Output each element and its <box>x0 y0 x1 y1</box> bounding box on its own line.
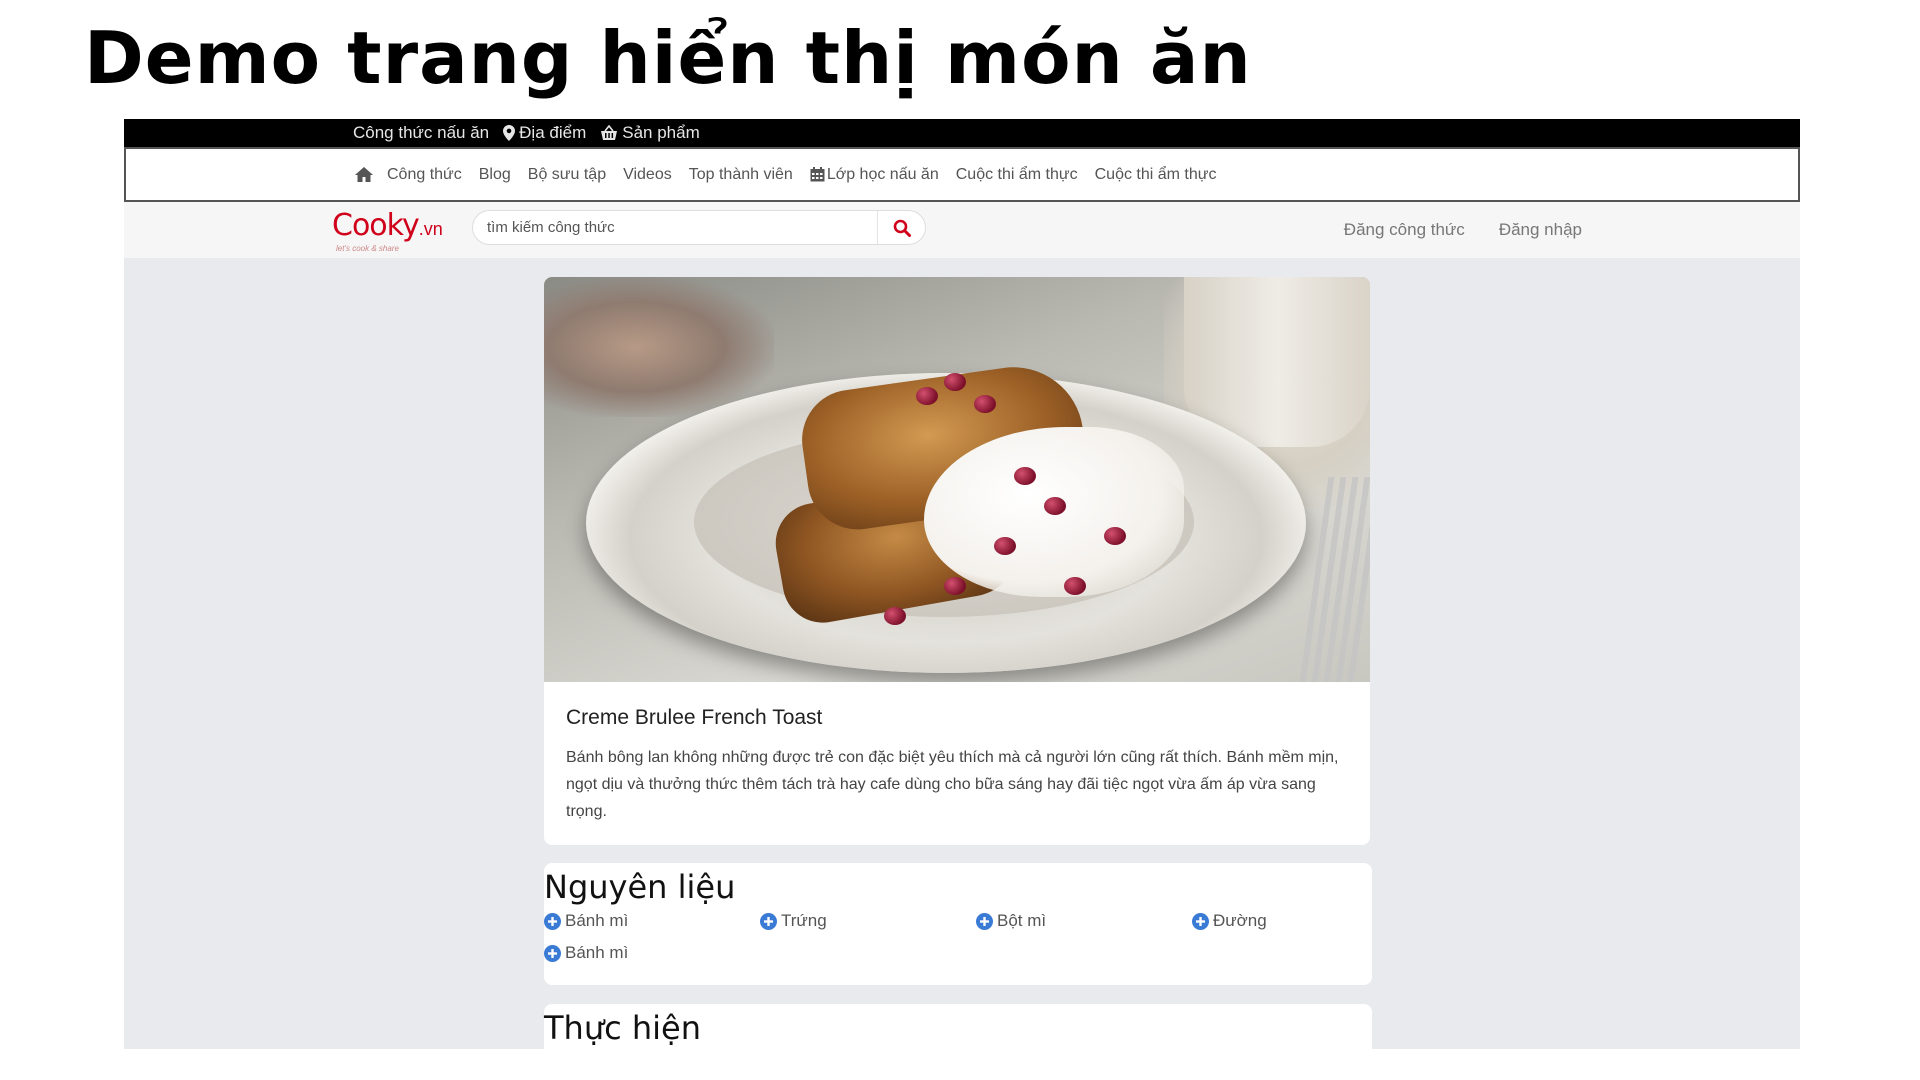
slide-title: Demo trang hiển thị món ăn <box>84 16 1252 100</box>
recipe-description: Bánh bông lan không những được trẻ con đ… <box>566 749 1339 820</box>
nav-item-top-members[interactable]: Top thành viên <box>689 166 793 184</box>
search-button[interactable] <box>877 211 925 244</box>
steps-card: Thực hiện <box>544 1004 1372 1049</box>
post-recipe-link[interactable]: Đăng công thức <box>1344 220 1465 240</box>
home-icon <box>355 167 373 182</box>
logo-text: Cooky <box>332 208 420 243</box>
ingredients-heading: Nguyên liệu <box>544 868 736 906</box>
ingredient-label: Bánh mì <box>565 943 629 962</box>
topbar-item-places[interactable]: Địa điểm <box>503 123 586 143</box>
search-box <box>472 210 926 245</box>
nav-item-videos[interactable]: Videos <box>623 166 672 184</box>
ingredients-card: Nguyên liệu Bánh mì Trứng Bột mì Đường B… <box>544 863 1372 985</box>
search-icon <box>893 219 911 237</box>
basket-icon <box>601 125 618 140</box>
topbar-item-label: Địa điểm <box>519 123 587 142</box>
ingredient-item[interactable]: Trứng <box>760 911 976 931</box>
recipe-body: Creme Brulee French Toast Bánh bông lan … <box>544 682 1370 825</box>
ingredient-label: Bánh mì <box>565 911 629 930</box>
plus-circle-icon <box>976 912 993 930</box>
topbar-item-recipes[interactable]: Công thức nấu ăn <box>353 123 489 143</box>
ingredient-label: Đường <box>1213 911 1267 930</box>
plus-circle-icon <box>760 912 777 930</box>
nav-item-recipes[interactable]: Công thức <box>387 166 462 184</box>
ingredient-label: Bột mì <box>997 911 1047 930</box>
ingredient-label: Trứng <box>781 911 827 930</box>
main-navbar: Công thức Blog Bộ sưu tập Videos Top thà… <box>124 147 1800 202</box>
ingredient-item[interactable]: Bột mì <box>976 911 1192 931</box>
header-actions: Đăng công thức Đăng nhập <box>1310 220 1582 240</box>
steps-heading: Thực hiện <box>544 1009 702 1047</box>
logo-tagline: let's cook & share <box>336 244 399 253</box>
ingredient-item[interactable]: Bánh mì <box>544 943 760 963</box>
nav-item-label: Lớp học nấu ăn <box>826 165 939 183</box>
recipe-hero-image <box>544 277 1370 682</box>
logo-suffix: .vn <box>418 219 443 239</box>
plus-circle-icon <box>1192 912 1209 930</box>
topbar-item-label: Công thức nấu ăn <box>353 123 490 142</box>
nav-item-contest-2[interactable]: Cuộc thi ẩm thực <box>1095 166 1217 184</box>
map-marker-icon <box>503 125 516 141</box>
ingredient-item[interactable]: Đường <box>1192 911 1372 931</box>
nav-item-blog[interactable]: Blog <box>479 166 511 184</box>
nav-home[interactable] <box>355 167 375 182</box>
search-input[interactable] <box>473 211 877 244</box>
plus-circle-icon <box>544 944 561 962</box>
topbar-item-products[interactable]: Sản phẩm <box>600 123 700 143</box>
cooky-logo[interactable]: Cooky.vn let's cook & share <box>332 208 457 254</box>
ingredients-list: Bánh mì Trứng Bột mì Đường Bánh mì <box>544 911 1372 963</box>
calendar-icon <box>810 167 825 182</box>
ingredient-item[interactable]: Bánh mì <box>544 911 760 931</box>
plus-circle-icon <box>544 912 561 930</box>
recipe-card: Creme Brulee French Toast Bánh bông lan … <box>544 277 1370 845</box>
nav-item-contest-1[interactable]: Cuộc thi ẩm thực <box>956 166 1078 184</box>
top-utility-bar: Công thức nấu ăn Địa điểm Sản phẩm <box>124 119 1800 147</box>
recipe-title: Creme Brulee French Toast <box>566 706 823 729</box>
nav-item-collections[interactable]: Bộ sưu tập <box>528 166 606 184</box>
header-search-bar: Cooky.vn let's cook & share Đăng công th… <box>124 202 1800 258</box>
browser-viewport: Công thức nấu ăn Địa điểm Sản phẩm Công … <box>124 119 1800 1049</box>
nav-item-cooking-class[interactable]: Lớp học nấu ăn <box>810 166 939 184</box>
login-link[interactable]: Đăng nhập <box>1499 220 1582 240</box>
topbar-item-label: Sản phẩm <box>622 123 700 142</box>
